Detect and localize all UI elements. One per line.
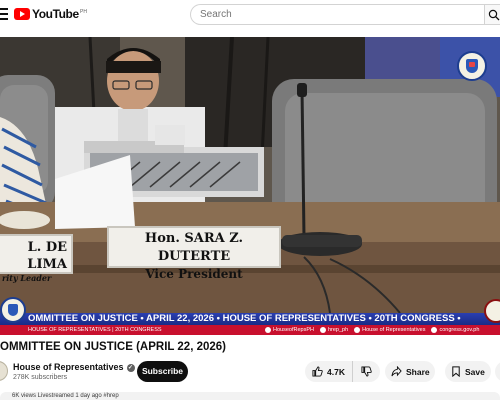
dislike-button[interactable]	[353, 361, 380, 382]
bookmark-icon	[452, 366, 460, 377]
share-button[interactable]: Share	[385, 361, 435, 382]
logo-text: YouTube	[32, 7, 79, 21]
share-label: Share	[406, 366, 430, 377]
like-count: 4.7K	[327, 366, 345, 377]
share-arrow-icon	[391, 366, 402, 377]
youtube-play-icon	[14, 8, 30, 20]
house-seal-logo	[457, 51, 487, 81]
video-title: OMMITTEE ON JUSTICE (APRIL 22, 2026)	[0, 341, 227, 353]
channel-avatar[interactable]	[0, 361, 8, 381]
nameplate-duterte: Hon. SARA Z. DUTERTE Vice President	[107, 226, 281, 281]
channel-name-text[interactable]: House of Representatives	[13, 362, 124, 372]
sub-ticker-socials: HouseofRepsPH hrep_ph House of Represent…	[265, 325, 479, 335]
description-box[interactable]: 6K views Livestreamed 1 day ago #hrep	[0, 392, 500, 400]
like-dislike-group: 4.7K	[305, 361, 380, 382]
save-button[interactable]: Save	[445, 361, 491, 382]
video-player[interactable]: L. DE LIMA rity Leader Hon. SARA Z. DUTE…	[0, 37, 500, 335]
sub-ticker-label: HOUSE OF REPRESENTATIVES | 20TH CONGRESS	[28, 327, 162, 333]
hor-seal-icon	[0, 297, 26, 323]
channel-name[interactable]: House of Representatives ✓	[13, 362, 135, 372]
video-frame	[0, 37, 500, 335]
subscribe-button[interactable]: Subscribe	[137, 361, 188, 382]
search-icon	[488, 9, 500, 21]
masthead: YouTube PH	[0, 0, 500, 33]
social-icon	[354, 327, 361, 333]
search-button[interactable]	[484, 4, 500, 25]
nameplate-center-name: Hon. SARA Z. DUTERTE	[144, 231, 244, 264]
verified-icon: ✓	[126, 364, 135, 372]
news-ticker: OMMITTEE ON JUSTICE • APRIL 22, 2026 • H…	[0, 313, 500, 325]
search-input[interactable]	[190, 4, 484, 25]
save-label: Save	[465, 366, 485, 377]
social-handle: House of Representatives	[354, 325, 425, 335]
thumbs-down-icon	[361, 366, 372, 377]
nameplate-center-title: Vice President	[145, 267, 243, 281]
sub-ticker: HOUSE OF REPRESENTATIVES | 20TH CONGRESS…	[0, 325, 500, 335]
social-handle: congress.gov.ph	[431, 325, 479, 335]
guide-menu-icon[interactable]	[0, 5, 10, 25]
more-actions-button[interactable]	[495, 361, 500, 382]
youtube-logo[interactable]: YouTube PH	[14, 7, 87, 21]
like-button[interactable]: 4.7K	[305, 361, 353, 382]
social-handle: HouseofRepsPH	[265, 325, 314, 335]
logo-country-code: PH	[80, 9, 87, 15]
subscriber-count: 278K subscribers	[13, 374, 68, 381]
nameplate-de-lima: L. DE LIMA rity Leader	[0, 234, 73, 283]
description-preview: 6K views Livestreamed 1 day ago #hrep	[12, 393, 119, 399]
social-icon	[319, 327, 326, 333]
social-handle: hrep_ph	[319, 325, 348, 335]
social-icon	[265, 327, 271, 333]
nameplate-left-title: rity Leader	[2, 273, 52, 283]
nameplate-left-name: L. DE LIMA	[27, 240, 67, 272]
social-icon	[431, 327, 438, 333]
thumbs-up-icon	[312, 366, 323, 377]
